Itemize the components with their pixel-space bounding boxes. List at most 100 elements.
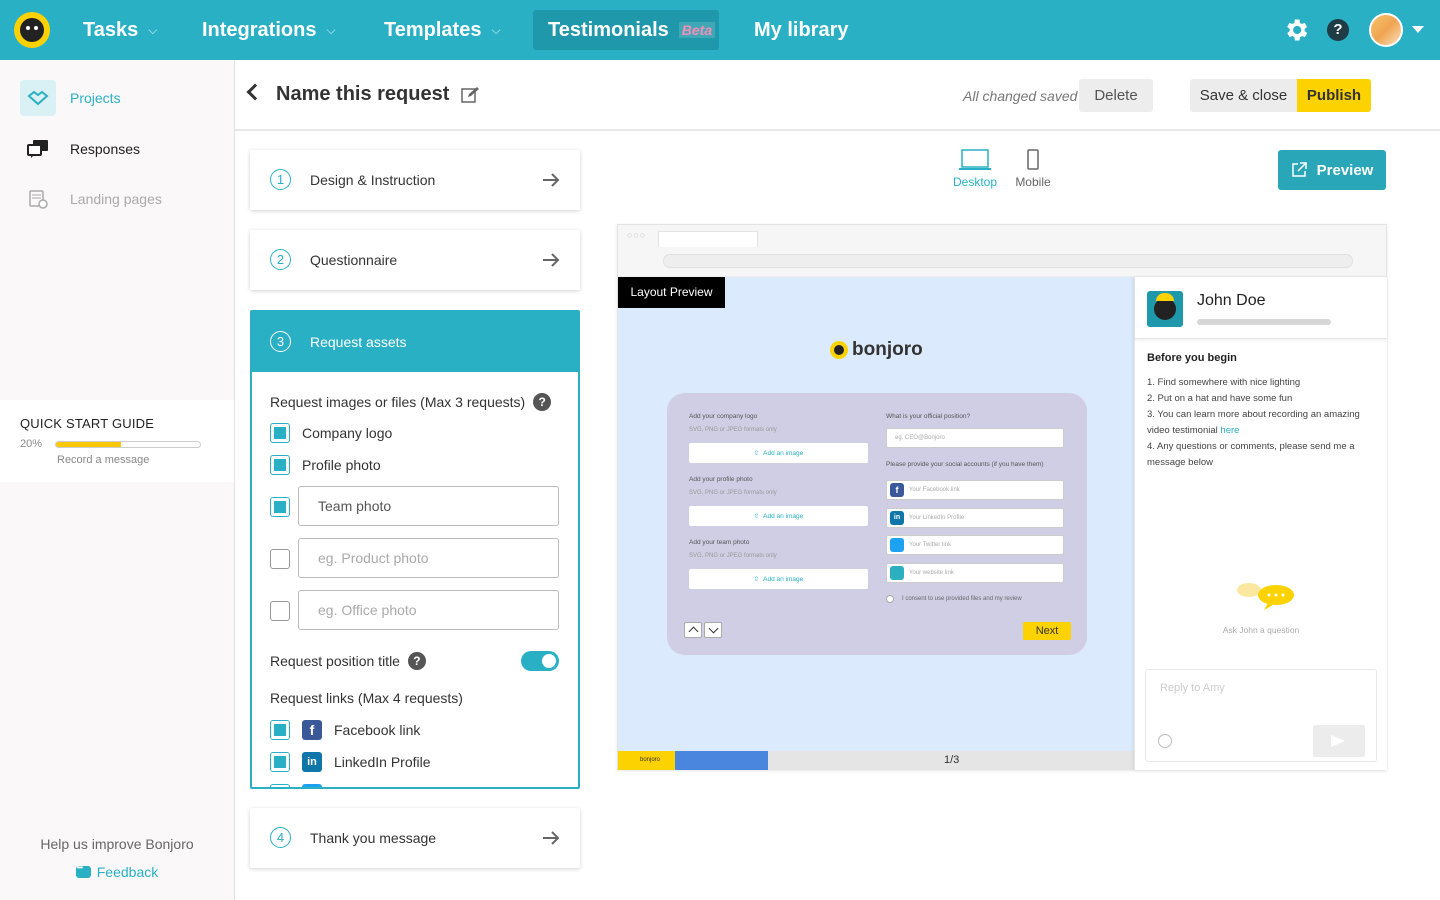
chevron-down-icon: ⌵	[148, 23, 158, 37]
quick-start-title: QUICK START GUIDE	[20, 416, 155, 431]
device-desktop-label: Desktop	[952, 175, 998, 189]
preview-progress-bar: bonjoro 1/3	[618, 751, 1135, 770]
upload-icon: ⇧	[753, 576, 760, 583]
help-icon[interactable]: ?	[1327, 19, 1349, 41]
checkbox-company-logo[interactable]	[270, 423, 290, 443]
form-add-image-label: Add an image	[763, 449, 804, 457]
form-add-image-label: Add an image	[763, 512, 804, 520]
nav-templates[interactable]: Templates ⌵	[369, 10, 516, 50]
instruction-link[interactable]: here	[1220, 425, 1239, 436]
edit-icon[interactable]	[461, 86, 479, 104]
step-design-instruction[interactable]: 1 Design & Instruction	[250, 150, 580, 210]
top-navigation-bar: Tasks ⌵ Integrations ⌵ Templates ⌵ Testimon…	[0, 0, 1440, 60]
ask-question-text: Ask John a question	[1222, 625, 1300, 635]
globe-icon	[890, 566, 904, 580]
upload-icon: ⇧	[753, 450, 760, 457]
help-icon[interactable]: ?	[533, 393, 552, 411]
chevron-down-icon[interactable]	[1412, 26, 1424, 33]
device-desktop[interactable]: Desktop	[950, 146, 1000, 189]
back-arrow-icon[interactable]	[246, 83, 264, 101]
device-mobile[interactable]: Mobile	[1012, 146, 1054, 189]
quick-start-guide[interactable]: QUICK START GUIDE 20% Record a message	[0, 400, 234, 482]
reply-box[interactable]: Reply to Amy	[1145, 669, 1377, 762]
checkbox-office-photo[interactable]	[270, 601, 290, 621]
form-social-question: Please provide your social accounts (if …	[886, 461, 1044, 468]
preview-pager: 1/3	[944, 754, 960, 766]
bonjoro-logo: bonjoro	[830, 339, 923, 361]
linkedin-icon: in	[890, 511, 904, 525]
sidebar-item-landing-pages[interactable]: Landing pages	[20, 181, 162, 217]
laptop-icon	[959, 149, 991, 170]
nav-integrations[interactable]: Integrations ⌵	[187, 10, 351, 50]
external-link-icon	[1291, 162, 1307, 177]
logo-icon[interactable]	[14, 12, 50, 48]
checkbox-profile-photo[interactable]	[270, 455, 290, 475]
bonjoro-logo-text: bonjoro	[852, 339, 923, 360]
checkbox-facebook-link[interactable]	[270, 720, 290, 740]
form-linkedin-input[interactable]: in Your LinkedIn Profile	[886, 508, 1064, 528]
checkbox-twitter-link[interactable]	[270, 784, 290, 787]
checkbox-product-photo[interactable]	[270, 549, 290, 569]
links-section-title: Request links (Max 4 requests)	[270, 690, 463, 706]
sidebar-item-label: Landing pages	[70, 191, 162, 207]
product-photo-input[interactable]: eg. Product photo	[298, 538, 559, 578]
chevron-up-icon[interactable]	[684, 622, 702, 638]
team-photo-input[interactable]: Team photo	[298, 486, 559, 526]
delete-button[interactable]: Delete	[1079, 79, 1153, 112]
upload-icon: ⇧	[753, 513, 760, 520]
quick-start-progress-fill	[56, 442, 121, 447]
page-header: Name this request All changed saved Dele…	[235, 60, 1440, 131]
publish-button[interactable]: Publish	[1297, 79, 1371, 112]
nav-testimonials[interactable]: Testimonials Beta	[533, 10, 719, 50]
facebook-icon: f	[890, 483, 904, 497]
avatar[interactable]	[1369, 13, 1403, 47]
chat-header: John Doe	[1135, 277, 1387, 339]
sidebar-item-responses[interactable]: Responses	[20, 131, 140, 167]
instruction-item: 2. Put on a hat and have some fun	[1147, 393, 1293, 404]
links-section-label: Request links (Max 4 requests)	[270, 690, 463, 706]
step-thank-you[interactable]: 4 Thank you message	[250, 808, 580, 868]
help-improve-text: Help us improve Bonjoro	[40, 836, 194, 852]
form-next-button[interactable]: Next	[1023, 622, 1071, 640]
nav-my-library[interactable]: My library	[739, 10, 863, 50]
step-questionnaire[interactable]: 2 Questionnaire	[250, 230, 580, 290]
office-photo-input[interactable]: eg. Office photo	[298, 590, 559, 630]
emoji-icon[interactable]	[1158, 734, 1172, 748]
gear-icon[interactable]	[1282, 16, 1310, 44]
step-request-assets-header[interactable]: 3 Request assets	[252, 312, 578, 372]
feedback-link[interactable]: Feedback	[0, 863, 234, 880]
form-consent-label: I consent to use provided files and my r…	[902, 596, 1022, 602]
form-add-image-button[interactable]: ⇧ Add an image	[689, 506, 868, 526]
send-button[interactable]	[1313, 725, 1365, 757]
consent-radio[interactable]	[886, 595, 894, 603]
form-add-image-button[interactable]: ⇧ Add an image	[689, 569, 868, 589]
save-close-button[interactable]: Save & close	[1190, 79, 1297, 112]
form-profile-photo-label: Add your profile photo	[689, 476, 753, 483]
form-consent[interactable]: I consent to use provided files and my r…	[886, 595, 1022, 603]
save-status: All changed saved	[963, 88, 1078, 104]
twitter-icon	[890, 538, 904, 552]
browser-chrome: ○○○	[618, 225, 1386, 277]
form-position-input[interactable]: eg. CEO@Bonjoro	[886, 428, 1064, 448]
nav-tasks[interactable]: Tasks ⌵	[68, 10, 172, 50]
checkbox-linkedin-profile[interactable]	[270, 752, 290, 772]
chat-name: John Doe	[1197, 292, 1266, 309]
step-number: 4	[270, 827, 291, 848]
browser-preview-frame: ○○○ Layout Preview bonjoro Add your comp…	[617, 224, 1387, 770]
form-team-photo-label: Add your team photo	[689, 539, 750, 546]
preview-button[interactable]: Preview	[1278, 150, 1386, 190]
position-title-label: Request position title	[270, 653, 400, 669]
position-title-toggle[interactable]	[521, 651, 559, 671]
form-company-logo-label: Add your company logo	[689, 413, 758, 420]
page-title[interactable]: Name this request	[276, 83, 449, 106]
form-formats-note: SVG, PNG or JPEG formats only	[689, 427, 777, 433]
form-facebook-input[interactable]: f Your Facebook link	[886, 480, 1064, 500]
checkbox-team-photo[interactable]	[270, 497, 290, 517]
profile-photo-label: Profile photo	[302, 457, 381, 473]
sidebar-item-projects[interactable]: Projects	[20, 80, 121, 116]
form-twitter-input[interactable]: Your Twitter link	[886, 535, 1064, 555]
form-website-input[interactable]: Your website link	[886, 563, 1064, 583]
help-icon[interactable]: ?	[407, 652, 426, 670]
form-add-image-button[interactable]: ⇧ Add an image	[689, 443, 868, 463]
chevron-down-icon[interactable]	[704, 622, 722, 638]
